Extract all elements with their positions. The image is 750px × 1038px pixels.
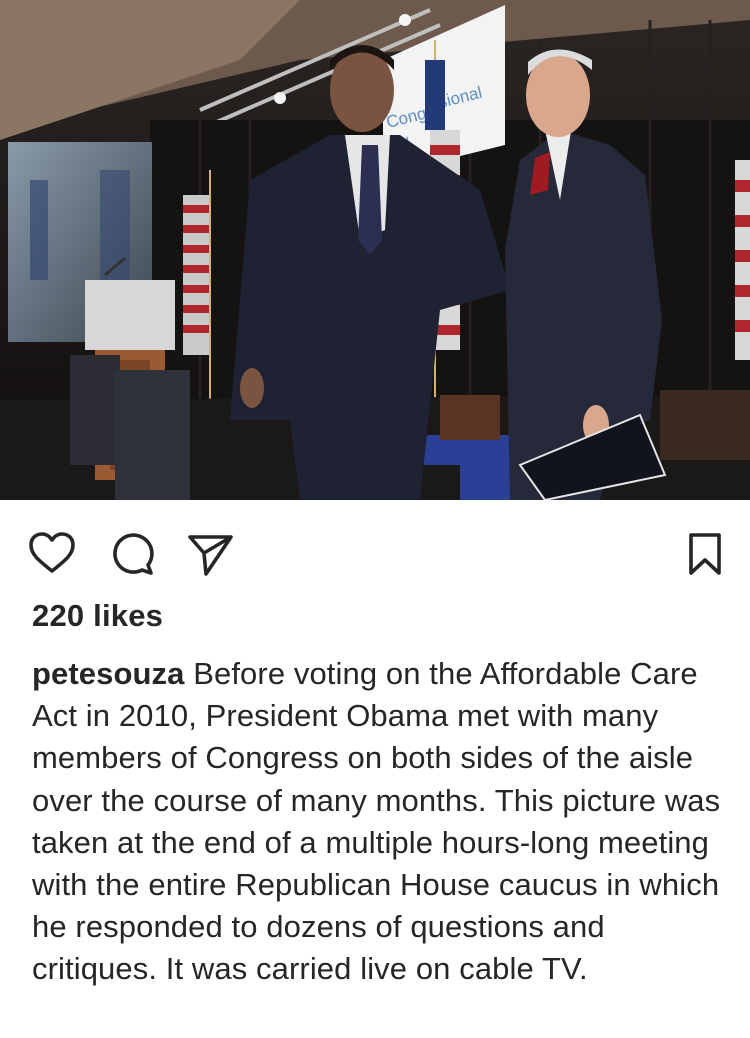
caption-username[interactable]: petesouza <box>32 656 185 691</box>
speech-bubble-icon <box>113 533 154 575</box>
post-caption: petesouza Before voting on the Affordabl… <box>32 653 732 991</box>
caption-text: Before voting on the Affordable Care Act… <box>32 656 721 987</box>
flag-icon <box>735 160 750 360</box>
post-action-bar <box>0 500 750 600</box>
bookmark-outline-icon <box>689 533 721 575</box>
heart-outline-icon <box>29 532 75 573</box>
save-button[interactable] <box>681 530 729 578</box>
like-button[interactable] <box>28 530 76 578</box>
photo-illustration: Congr sional itu <box>0 0 750 500</box>
share-button[interactable] <box>186 530 234 578</box>
comment-button[interactable] <box>108 530 156 578</box>
post-photo[interactable]: Congr sional itu <box>0 0 750 500</box>
likes-count[interactable]: 220 likes <box>32 598 163 634</box>
paper-plane-icon <box>188 535 233 576</box>
